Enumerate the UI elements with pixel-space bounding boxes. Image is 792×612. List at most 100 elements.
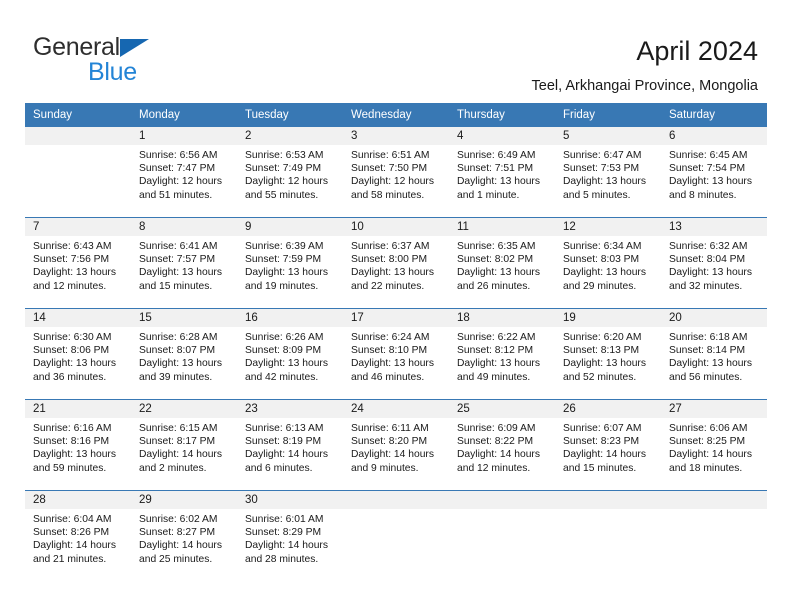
daylight-text: Daylight: 13 hours bbox=[669, 358, 752, 370]
calendar-day-cell[interactable]: 3 Sunrise: 6:51 AM Sunset: 7:50 PM Daylight… bbox=[343, 127, 449, 218]
daylight-text: Daylight: 13 hours bbox=[245, 358, 328, 370]
sunset-text: Sunset: 7:54 PM bbox=[669, 163, 746, 175]
calendar-day-cell[interactable]: 30 Sunrise: 6:01 AM Sunset: 8:29 PM Dayligh… bbox=[237, 490, 343, 581]
calendar-day-cell[interactable]: 5 Sunrise: 6:47 AM Sunset: 7:53 PM Daylight… bbox=[555, 127, 661, 218]
day-details bbox=[555, 509, 661, 513]
daylight-text: Daylight: 13 hours bbox=[33, 358, 116, 370]
day-details bbox=[343, 509, 449, 513]
page-header: General Blue April 2024 Teel, Arkhangai … bbox=[0, 0, 792, 100]
sunset-text: Sunset: 8:19 PM bbox=[245, 436, 322, 448]
day-number bbox=[343, 491, 449, 509]
calendar-day-cell[interactable]: 18 Sunrise: 6:22 AM Sunset: 8:12 PM Dayligh… bbox=[449, 308, 555, 400]
sunrise-text: Sunrise: 6:13 AM bbox=[245, 423, 324, 434]
daylight-text: Daylight: 14 hours bbox=[457, 449, 540, 461]
calendar-day-cell[interactable]: 27 Sunrise: 6:06 AM Sunset: 8:25 PM Dayligh… bbox=[661, 399, 767, 491]
day-number: 17 bbox=[343, 309, 449, 327]
calendar-day-cell[interactable]: 15 Sunrise: 6:28 AM Sunset: 8:07 PM Dayligh… bbox=[131, 308, 237, 400]
calendar-day-cell[interactable]: 14 Sunrise: 6:30 AM Sunset: 8:06 PM Dayligh… bbox=[25, 308, 131, 400]
calendar-day-cell[interactable]: 9 Sunrise: 6:39 AM Sunset: 7:59 PM Daylight… bbox=[237, 217, 343, 309]
daylight-text: and 52 minutes. bbox=[563, 371, 637, 383]
daylight-text: Daylight: 13 hours bbox=[563, 176, 646, 188]
calendar-empty-cell bbox=[449, 490, 555, 581]
calendar-day-cell[interactable]: 25 Sunrise: 6:09 AM Sunset: 8:22 PM Dayligh… bbox=[449, 399, 555, 491]
daylight-text: and 5 minutes. bbox=[563, 189, 631, 201]
sunset-text: Sunset: 8:03 PM bbox=[563, 254, 640, 266]
calendar-day-cell[interactable]: 29 Sunrise: 6:02 AM Sunset: 8:27 PM Dayligh… bbox=[131, 490, 237, 581]
daylight-text: Daylight: 12 hours bbox=[245, 176, 328, 188]
calendar-day-cell[interactable]: 23 Sunrise: 6:13 AM Sunset: 8:19 PM Dayligh… bbox=[237, 399, 343, 491]
daylight-text: and 28 minutes. bbox=[245, 553, 319, 565]
calendar-day-cell[interactable]: 12 Sunrise: 6:34 AM Sunset: 8:03 PM Dayligh… bbox=[555, 217, 661, 309]
day-details: Sunrise: 6:56 AM Sunset: 7:47 PM Daylight:… bbox=[131, 145, 237, 202]
daylight-text: and 36 minutes. bbox=[33, 371, 107, 383]
calendar-day-cell[interactable]: 21 Sunrise: 6:16 AM Sunset: 8:16 PM Dayligh… bbox=[25, 399, 131, 491]
daylight-text: Daylight: 14 hours bbox=[669, 449, 752, 461]
calendar-day-cell[interactable]: 24 Sunrise: 6:11 AM Sunset: 8:20 PM Dayligh… bbox=[343, 399, 449, 491]
calendar-day-cell[interactable]: 20 Sunrise: 6:18 AM Sunset: 8:14 PM Dayligh… bbox=[661, 308, 767, 400]
calendar-day-cell[interactable]: 17 Sunrise: 6:24 AM Sunset: 8:10 PM Dayligh… bbox=[343, 308, 449, 400]
day-number: 11 bbox=[449, 218, 555, 236]
page-subtitle: Teel, Arkhangai Province, Mongolia bbox=[531, 78, 759, 94]
day-details: Sunrise: 6:45 AM Sunset: 7:54 PM Daylight:… bbox=[661, 145, 767, 202]
daylight-text: Daylight: 13 hours bbox=[139, 358, 222, 370]
sunset-text: Sunset: 8:16 PM bbox=[33, 436, 110, 448]
sunset-text: Sunset: 8:00 PM bbox=[351, 254, 428, 266]
weekday-header-friday: Friday bbox=[555, 103, 661, 127]
sunset-text: Sunset: 8:12 PM bbox=[457, 345, 534, 357]
sunrise-text: Sunrise: 6:49 AM bbox=[457, 150, 536, 161]
calendar-day-cell[interactable]: 11 Sunrise: 6:35 AM Sunset: 8:02 PM Dayligh… bbox=[449, 217, 555, 309]
daylight-text: and 59 minutes. bbox=[33, 462, 107, 474]
calendar-header-row: Sunday Monday Tuesday Wednesday Thursday Frid… bbox=[25, 103, 767, 127]
day-number: 20 bbox=[661, 309, 767, 327]
calendar-day-cell[interactable]: 28 Sunrise: 6:04 AM Sunset: 8:26 PM Dayligh… bbox=[25, 490, 131, 581]
calendar-day-cell[interactable]: 7 Sunrise: 6:43 AM Sunset: 7:56 PM Daylight… bbox=[25, 217, 131, 309]
daylight-text: Daylight: 14 hours bbox=[33, 540, 116, 552]
daylight-text: Daylight: 13 hours bbox=[563, 267, 646, 279]
calendar-day-cell[interactable]: 6 Sunrise: 6:45 AM Sunset: 7:54 PM Daylight… bbox=[661, 127, 767, 218]
calendar-empty-cell bbox=[343, 490, 449, 581]
calendar-day-cell[interactable]: 10 Sunrise: 6:37 AM Sunset: 8:00 PM Dayligh… bbox=[343, 217, 449, 309]
calendar-day-cell[interactable]: 13 Sunrise: 6:32 AM Sunset: 8:04 PM Dayligh… bbox=[661, 217, 767, 309]
calendar-day-cell[interactable]: 26 Sunrise: 6:07 AM Sunset: 8:23 PM Dayligh… bbox=[555, 399, 661, 491]
sunset-text: Sunset: 8:02 PM bbox=[457, 254, 534, 266]
daylight-text: and 22 minutes. bbox=[351, 280, 425, 292]
daylight-text: and 39 minutes. bbox=[139, 371, 213, 383]
sunrise-text: Sunrise: 6:37 AM bbox=[351, 241, 430, 252]
calendar-day-cell[interactable]: 8 Sunrise: 6:41 AM Sunset: 7:57 PM Daylight… bbox=[131, 217, 237, 309]
daylight-text: and 1 minute. bbox=[457, 189, 520, 201]
day-number: 12 bbox=[555, 218, 661, 236]
sunrise-text: Sunrise: 6:01 AM bbox=[245, 514, 324, 525]
day-details: Sunrise: 6:11 AM Sunset: 8:20 PM Daylight:… bbox=[343, 418, 449, 475]
calendar-day-cell[interactable]: 16 Sunrise: 6:26 AM Sunset: 8:09 PM Dayligh… bbox=[237, 308, 343, 400]
day-details: Sunrise: 6:47 AM Sunset: 7:53 PM Daylight:… bbox=[555, 145, 661, 202]
day-details: Sunrise: 6:28 AM Sunset: 8:07 PM Daylight:… bbox=[131, 327, 237, 384]
daylight-text: and 12 minutes. bbox=[457, 462, 531, 474]
day-number: 1 bbox=[131, 127, 237, 145]
logo-text-blue: Blue bbox=[88, 58, 137, 86]
day-details: Sunrise: 6:02 AM Sunset: 8:27 PM Daylight:… bbox=[131, 509, 237, 566]
day-details: Sunrise: 6:24 AM Sunset: 8:10 PM Daylight:… bbox=[343, 327, 449, 384]
sunset-text: Sunset: 7:53 PM bbox=[563, 163, 640, 175]
sunset-text: Sunset: 8:27 PM bbox=[139, 527, 216, 539]
day-details: Sunrise: 6:37 AM Sunset: 8:00 PM Daylight:… bbox=[343, 236, 449, 293]
sunset-text: Sunset: 8:06 PM bbox=[33, 345, 110, 357]
calendar-day-cell[interactable]: 22 Sunrise: 6:15 AM Sunset: 8:17 PM Dayligh… bbox=[131, 399, 237, 491]
daylight-text: Daylight: 14 hours bbox=[139, 540, 222, 552]
day-details: Sunrise: 6:13 AM Sunset: 8:19 PM Daylight:… bbox=[237, 418, 343, 475]
sunrise-text: Sunrise: 6:41 AM bbox=[139, 241, 218, 252]
daylight-text: and 55 minutes. bbox=[245, 189, 319, 201]
day-number: 13 bbox=[661, 218, 767, 236]
day-details: Sunrise: 6:51 AM Sunset: 7:50 PM Daylight:… bbox=[343, 145, 449, 202]
daylight-text: Daylight: 12 hours bbox=[139, 176, 222, 188]
daylight-text: and 9 minutes. bbox=[351, 462, 419, 474]
day-details bbox=[449, 509, 555, 513]
calendar-day-cell[interactable]: 4 Sunrise: 6:49 AM Sunset: 7:51 PM Daylight… bbox=[449, 127, 555, 218]
calendar-day-cell[interactable]: 19 Sunrise: 6:20 AM Sunset: 8:13 PM Dayligh… bbox=[555, 308, 661, 400]
weekday-header-thursday: Thursday bbox=[449, 103, 555, 127]
day-details: Sunrise: 6:32 AM Sunset: 8:04 PM Daylight:… bbox=[661, 236, 767, 293]
day-number: 30 bbox=[237, 491, 343, 509]
calendar-day-cell[interactable]: 1 Sunrise: 6:56 AM Sunset: 7:47 PM Daylight… bbox=[131, 127, 237, 218]
calendar-day-cell[interactable]: 2 Sunrise: 6:53 AM Sunset: 7:49 PM Daylight… bbox=[237, 127, 343, 218]
calendar-week-row: 21 Sunrise: 6:16 AM Sunset: 8:16 PM Dayligh… bbox=[25, 399, 767, 491]
day-details: Sunrise: 6:20 AM Sunset: 8:13 PM Daylight:… bbox=[555, 327, 661, 384]
